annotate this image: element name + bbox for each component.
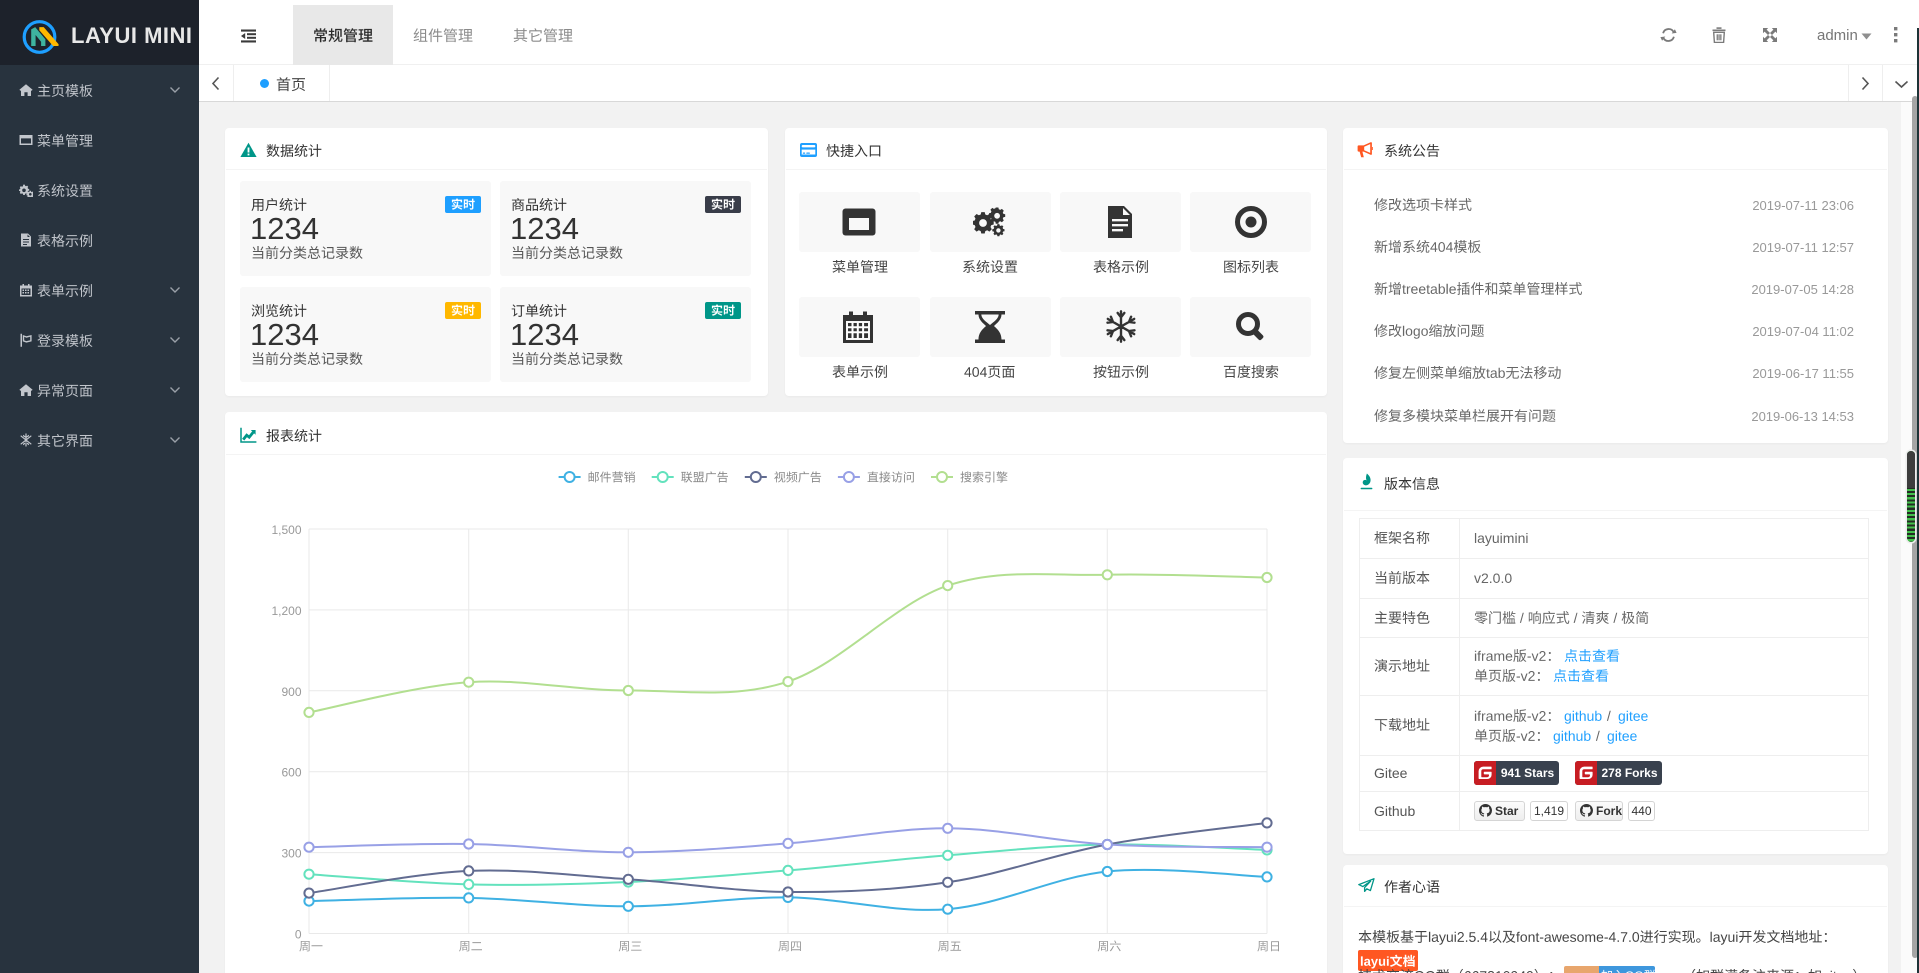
svg-text:300: 300 xyxy=(281,847,301,861)
svg-text:600: 600 xyxy=(281,766,301,780)
svg-text:1,200: 1,200 xyxy=(271,604,301,618)
svg-text:900: 900 xyxy=(281,685,301,699)
svg-text:1,500: 1,500 xyxy=(271,523,301,537)
svg-text:0: 0 xyxy=(295,928,302,942)
